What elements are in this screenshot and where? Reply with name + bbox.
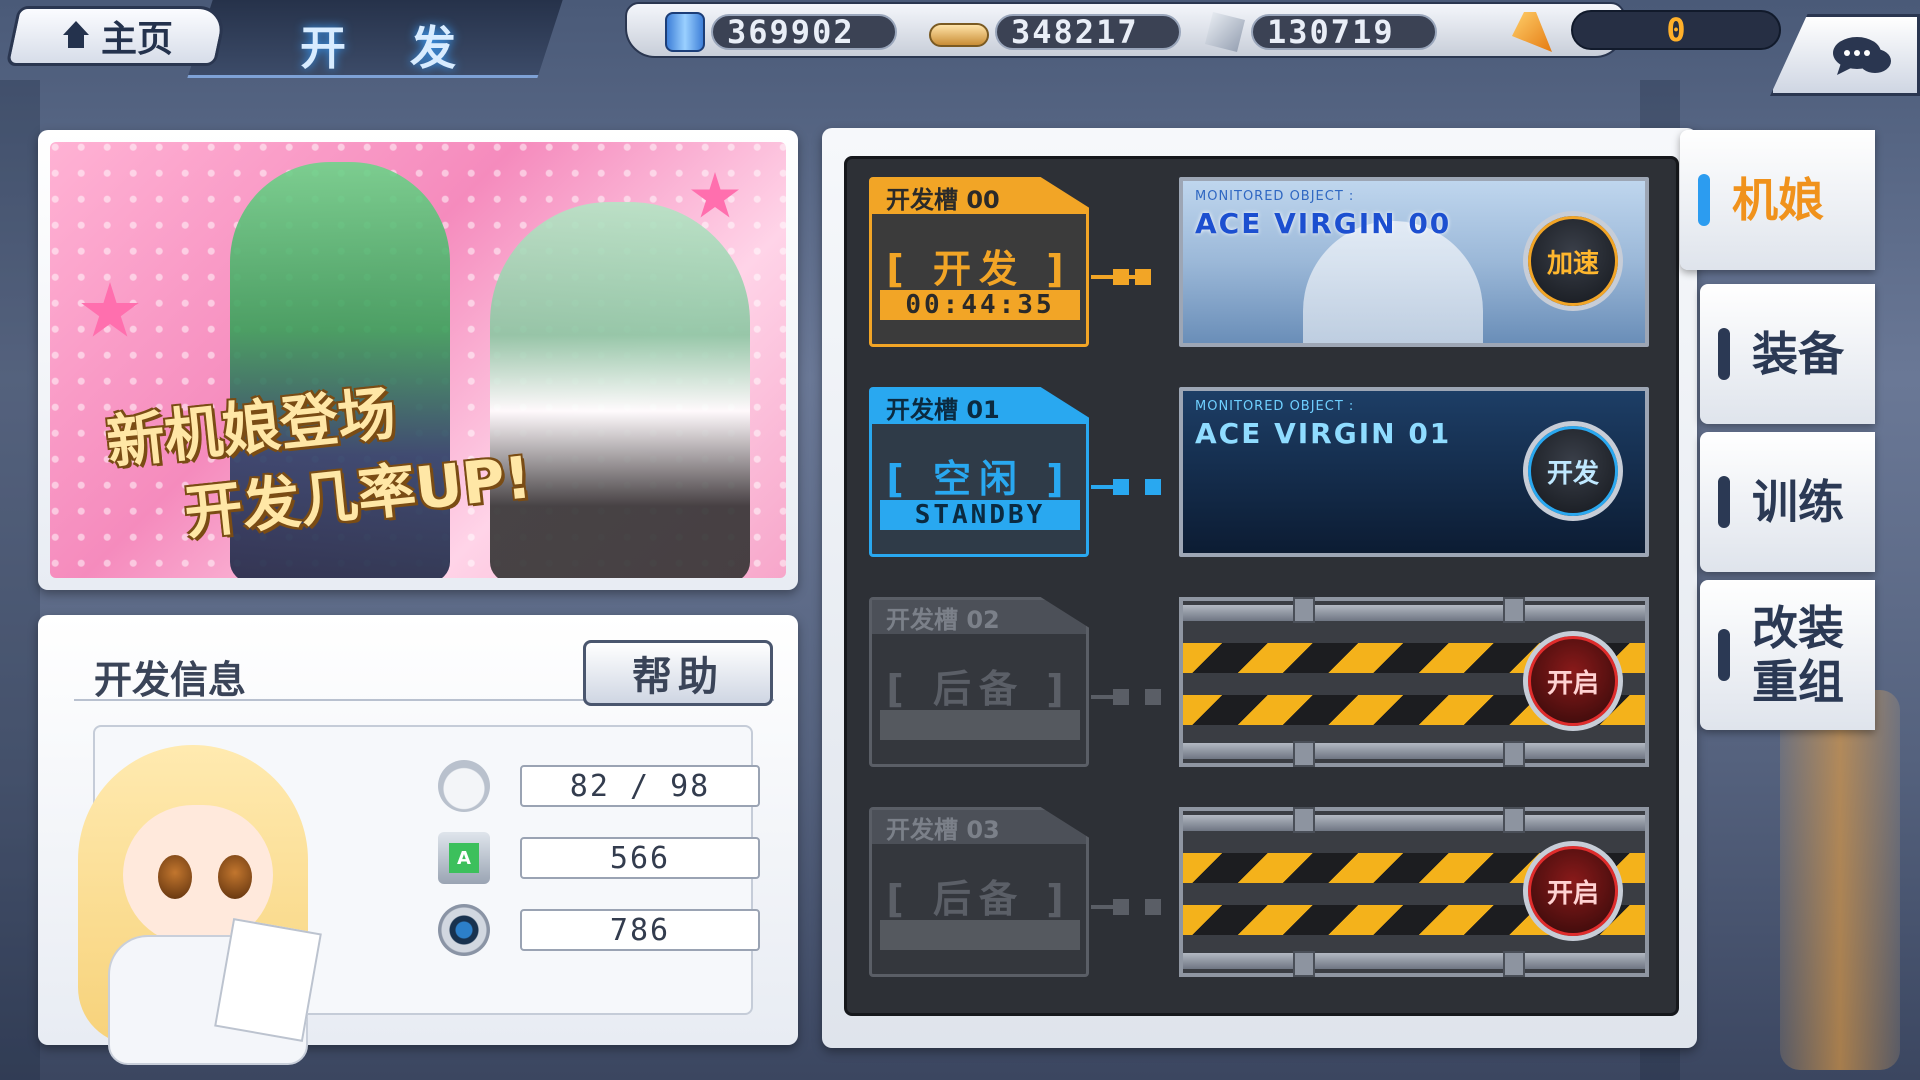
resource-gold: [1512, 12, 1552, 52]
locked-slot-gate: 开启: [1179, 807, 1649, 977]
resource-steel: 130719: [1205, 12, 1437, 52]
slot-card[interactable]: 开发槽 01 [ 空闲 ] STANDBY: [869, 387, 1089, 557]
tab-label: 改装 重组: [1752, 601, 1844, 709]
connector-icon: [1091, 457, 1181, 517]
tab-label: 训练: [1752, 475, 1844, 529]
slot-title: 开发槽 03: [872, 810, 1086, 844]
monitor-screen: MONITORED OBJECT : ACE VIRGIN 01 开发: [1179, 387, 1649, 557]
slot-timer: 00:44:35: [880, 290, 1080, 320]
monitor-label: MONITORED OBJECT :: [1195, 399, 1355, 414]
dev-slot-00: 开发槽 00 [ 开发 ] 00:44:35 MONITORED OBJECT …: [869, 177, 1669, 347]
star-icon: [81, 282, 139, 337]
stat-count-row: 82 / 98: [438, 760, 768, 812]
develop-button[interactable]: 开发: [1523, 421, 1623, 521]
slot-status: [ 空闲 ]: [886, 457, 1072, 501]
tab-marker: [1718, 629, 1730, 681]
connector-icon: [1091, 247, 1181, 307]
assistant-chibi: [38, 725, 358, 1065]
home-label: 主页: [100, 19, 173, 60]
tab-mechgirl[interactable]: 机娘: [1680, 130, 1875, 270]
dev-slot-03: 开发槽 03 [ 后备 ] 开启: [869, 807, 1669, 977]
top-bar: 主页 开 发 369902 348217 130719 0: [0, 0, 1920, 96]
unlock-button[interactable]: 开启: [1523, 631, 1623, 731]
monitor-name: ACE VIRGIN 01: [1195, 417, 1452, 450]
tab-equipment[interactable]: 装备: [1700, 284, 1875, 424]
slot-standby: STANDBY: [880, 500, 1080, 530]
slot-status: [ 开发 ]: [886, 247, 1072, 291]
slot-card: 开发槽 03 [ 后备 ]: [869, 807, 1089, 977]
tab-training[interactable]: 训练: [1700, 432, 1875, 572]
connector-icon: [1091, 667, 1181, 727]
gold-feather-icon: [1512, 12, 1552, 52]
slot-title: 开发槽 00: [872, 180, 1086, 214]
dev-info-title: 开发信息: [94, 658, 247, 702]
event-banner-panel: 新机娘登场 开发几率UP!: [38, 130, 798, 590]
monitor-name: ACE VIRGIN 00: [1195, 207, 1452, 240]
star-icon: [691, 172, 739, 218]
resource-fuel: 369902: [665, 12, 897, 52]
speed-up-button[interactable]: 加速: [1523, 211, 1623, 311]
stat-count-value: 82 / 98: [520, 765, 760, 807]
page-title: 开 发: [300, 21, 481, 75]
connector-icon: [1091, 877, 1181, 937]
tab-marker: [1718, 476, 1730, 528]
house-icon: [61, 21, 91, 51]
stat-cores-value: 786: [520, 909, 760, 951]
tab-refit[interactable]: 改装 重组: [1700, 580, 1875, 730]
slot-footer-bar: [880, 920, 1080, 950]
diamond-value: 0: [1571, 10, 1781, 50]
slot-title: 开发槽 01: [872, 390, 1086, 424]
banner-headline: 新机娘登场 开发几率UP!: [103, 361, 535, 560]
resource-bar: 369902 348217 130719: [625, 2, 1625, 58]
ammo-icon: [929, 23, 989, 47]
tab-label: 装备: [1752, 327, 1844, 381]
tab-marker: [1698, 174, 1710, 226]
core-icon: [438, 904, 490, 956]
fuel-canister-icon: [665, 12, 705, 52]
steel-value: 130719: [1251, 13, 1437, 51]
dev-slots-panel: 开发槽 00 [ 开发 ] 00:44:35 MONITORED OBJECT …: [822, 128, 1697, 1048]
slot-footer-bar: [880, 710, 1080, 740]
resource-ammo: 348217: [929, 12, 1181, 52]
stat-chips-row: A 566: [438, 832, 768, 884]
slot-status: [ 后备 ]: [886, 667, 1072, 711]
fuel-value: 369902: [711, 13, 897, 51]
chip-icon: A: [438, 832, 490, 884]
help-button[interactable]: 帮助: [583, 640, 773, 706]
slot-card[interactable]: 开发槽 00 [ 开发 ] 00:44:35: [869, 177, 1089, 347]
chat-bubble-icon: [1833, 37, 1891, 75]
monitor-screen: MONITORED OBJECT : ACE VIRGIN 00 加速: [1179, 177, 1649, 347]
home-button[interactable]: 主页: [5, 6, 229, 66]
locked-slot-gate: 开启: [1179, 597, 1649, 767]
tab-marker: [1718, 328, 1730, 380]
banner-character-2: [490, 202, 750, 578]
ammo-value: 348217: [995, 13, 1181, 51]
dev-slot-01: 开发槽 01 [ 空闲 ] STANDBY MONITORED OBJECT :…: [869, 387, 1669, 557]
steel-icon: [1205, 12, 1245, 52]
chat-button[interactable]: [1770, 14, 1920, 96]
monitor-label: MONITORED OBJECT :: [1195, 189, 1355, 204]
unlock-button[interactable]: 开启: [1523, 841, 1623, 941]
slot-card: 开发槽 02 [ 后备 ]: [869, 597, 1089, 767]
stat-chips-value: 566: [520, 837, 760, 879]
cat-head-icon: [438, 760, 490, 812]
dev-slot-02: 开发槽 02 [ 后备 ] 开启: [869, 597, 1669, 767]
slot-title: 开发槽 02: [872, 600, 1086, 634]
slot-status: [ 后备 ]: [886, 877, 1072, 921]
dev-info-panel: 开发信息 帮助 82 / 98 A 566 786: [38, 615, 798, 1065]
stat-cores-row: 786: [438, 904, 768, 956]
dev-slots-frame: 开发槽 00 [ 开发 ] 00:44:35 MONITORED OBJECT …: [844, 156, 1679, 1016]
tab-label: 机娘: [1732, 173, 1824, 227]
event-banner[interactable]: 新机娘登场 开发几率UP!: [50, 142, 786, 578]
